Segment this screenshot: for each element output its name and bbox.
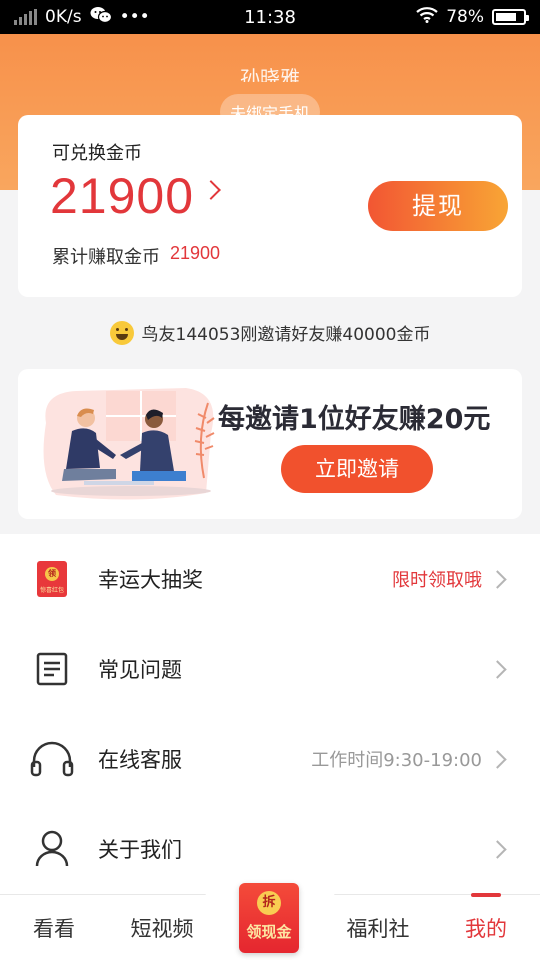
menu-item-label: 幸运大抽奖 [98,568,203,592]
banner-title: 每邀请1位好友赚20元 [218,404,491,435]
tab-claim-cash[interactable]: 拆 领现金 [239,883,299,953]
active-tab-indicator [471,893,501,897]
tab-claim-cash-label: 领现金 [246,923,292,941]
document-icon [30,647,74,691]
tab-short-video[interactable]: 短视频 [112,895,212,960]
menu-item-customer-service[interactable]: 在线客服 工作时间9:30-19:00 [0,714,540,804]
red-envelope-seal: 领 [45,567,59,581]
chevron-right-icon [488,749,507,769]
tab-mine[interactable]: 我的 [436,893,536,960]
chevron-right-icon [488,569,507,589]
menu-item-label: 在线客服 [98,748,182,772]
invite-now-button[interactable]: 立即邀请 [281,445,433,493]
menu-item-lucky-draw[interactable]: 领惊喜红包 幸运大抽奖 限时领取哦 [0,534,540,624]
total-earned-value: 21900 [170,243,221,263]
chevron-right-icon[interactable] [201,180,221,200]
bottom-tab-bar: 看看 短视频 拆 领现金 福利社 我的 [0,875,540,960]
headphones-icon [30,737,74,781]
coin-card: 可兑换金币 21900 提现 累计赚取金币 21900 [18,115,522,297]
tab-mine-label: 我的 [465,917,507,941]
signal-icon [14,9,37,25]
menu-item-label: 关于我们 [98,838,182,862]
wifi-icon [416,6,438,28]
user-icon [30,827,74,871]
tab-watch[interactable]: 看看 [4,895,104,960]
coin-label: 可兑换金币 [52,143,142,164]
chevron-right-icon [488,659,507,679]
wechat-icon [90,6,112,29]
menu-item-faq[interactable]: 常见问题 [0,624,540,714]
invite-banner[interactable]: 每邀请1位好友赚20元 立即邀请 [18,369,522,519]
username: 孙晓雅 [240,66,300,82]
menu-list: 领惊喜红包 幸运大抽奖 限时领取哦 常见问题 在线客服 工作时间9:30-19:… [0,534,540,894]
status-bar: 0K/s ••• 11:38 78% [0,0,540,34]
battery-percent: 78% [446,7,484,27]
menu-item-hint: 限时领取哦 [392,570,482,591]
menu-item-label: 常见问题 [98,658,182,682]
withdraw-button[interactable]: 提现 [368,181,508,231]
battery-icon [492,9,529,25]
total-earned-row: 累计赚取金币 21900 [52,243,220,269]
friends-illustration-icon [43,388,215,500]
smiley-icon [109,320,134,345]
red-envelope-text: 惊喜红包 [39,587,64,594]
network-speed: 0K/s [45,7,82,27]
chevron-right-icon [488,839,507,859]
menu-item-hint: 工作时间9:30-19:00 [311,750,482,771]
tab-welfare[interactable]: 福利社 [328,895,428,960]
total-earned-label: 累计赚取金币 [52,247,160,268]
invite-ticker: 鸟友144053刚邀请好友赚40000金币 [0,320,540,345]
ticker-text: 鸟友144053刚邀请好友赚40000金币 [141,325,431,345]
more-dots: ••• [119,7,150,27]
coin-amount[interactable]: 21900 [50,167,194,225]
red-envelope-icon: 领惊喜红包 [30,557,74,601]
red-envelope-seal: 拆 [257,891,281,915]
